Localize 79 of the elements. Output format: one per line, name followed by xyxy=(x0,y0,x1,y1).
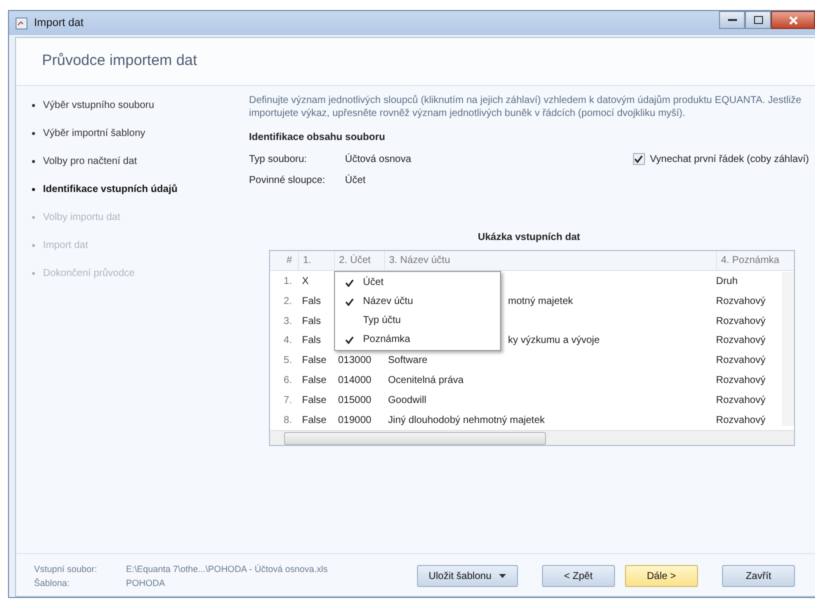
table-cell: ky výzkumu a vývoje xyxy=(508,335,600,346)
check-icon xyxy=(344,278,354,286)
wizard-step[interactable]: Identifikace vstupních údajů xyxy=(32,184,239,195)
wizard-button[interactable]: < Zpět xyxy=(542,565,615,587)
table-cell: Rozvahový xyxy=(716,355,766,366)
menu-item[interactable]: Poznámka xyxy=(335,330,500,349)
table-cell: False xyxy=(302,355,326,366)
row-number: 5. xyxy=(282,355,293,366)
table-cell: motný majetek xyxy=(508,296,574,307)
minimize-button[interactable] xyxy=(719,11,745,29)
window-title: Import dat xyxy=(34,17,84,29)
section-title: Identifikace obsahu souboru xyxy=(249,132,386,143)
table-cell: Druh xyxy=(716,276,738,287)
wizard-step[interactable]: Volby pro načtení dat xyxy=(32,156,239,167)
table-cell: Fals xyxy=(302,296,321,307)
field-label: Povinné sloupce: xyxy=(249,175,326,186)
table-cell: False xyxy=(302,375,326,386)
row-number: 1. xyxy=(282,276,293,287)
row-number: 3. xyxy=(282,316,293,327)
field-value: Účet xyxy=(345,175,366,186)
skip-header-checkbox[interactable]: Vynechat první řádek (coby záhlaví) xyxy=(632,153,809,165)
row-number: 6. xyxy=(282,375,293,386)
column-header[interactable]: # xyxy=(270,251,298,270)
wizard-title: Průvodce importem dat xyxy=(16,38,815,86)
table-cell: 014000 xyxy=(338,375,372,386)
maximize-button[interactable] xyxy=(745,11,771,29)
check-icon xyxy=(634,155,644,163)
info-value: E:\Equanta 7\othe...\POHODA - Účtová osnova.xls xyxy=(126,564,329,574)
table-cell: Goodwill xyxy=(388,395,426,406)
table-cell: False xyxy=(302,414,326,426)
table-cell: False xyxy=(302,395,326,406)
column-header[interactable]: 2. Účet xyxy=(334,251,384,270)
column-header[interactable]: 1. xyxy=(298,251,334,270)
table-cell: Fals xyxy=(302,316,321,327)
menu-item[interactable]: Název účtu xyxy=(335,292,500,311)
table-cell: Rozvahový xyxy=(716,414,766,426)
wizard-step[interactable]: Výběr importní šablony xyxy=(32,128,239,139)
table-cell: Rozvahový xyxy=(716,335,766,346)
table-cell: Rozvahový xyxy=(716,395,766,406)
field-label: Typ souboru: xyxy=(249,154,308,164)
table-cell: Software xyxy=(388,355,428,366)
column-header[interactable]: 3. Název účtu xyxy=(384,251,716,270)
row-number: 7. xyxy=(282,395,293,406)
wizard-button[interactable]: Zavřít xyxy=(722,565,796,587)
table-cell: Rozvahový xyxy=(716,316,766,327)
table-cell: Rozvahový xyxy=(716,375,766,386)
check-icon xyxy=(344,298,354,306)
wizard-step[interactable]: Výběr vstupního souboru xyxy=(32,100,239,111)
table-cell: Fals xyxy=(302,335,321,346)
field-value: Účtová osnova xyxy=(345,154,412,164)
instructions-text: Definujte význam jednotlivých sloupců (kliknutím na jejich záhlaví) vzhledem k datovým údajům produktu EQUANTA. Jestliže importujete výkaz, upřesněte rovněž význam jednotlivých buněk v řádcích (pomocí dvojkliku myší). xyxy=(249,94,802,120)
row-number: 2. xyxy=(282,296,293,307)
save-template-button[interactable]: Uložit šablonu xyxy=(417,565,518,587)
menu-item[interactable]: Účet xyxy=(335,273,500,292)
column-header[interactable]: 4. Poznámka xyxy=(716,251,794,270)
check-icon xyxy=(344,336,354,344)
info-label: Šablona: xyxy=(34,578,71,588)
minimize-icon xyxy=(728,18,736,22)
table-cell: Rozvahový xyxy=(716,296,766,307)
table-cell: 013000 xyxy=(338,355,372,366)
close-button[interactable] xyxy=(771,11,815,29)
table-cell: 015000 xyxy=(338,395,372,406)
close-icon xyxy=(788,16,798,24)
wizard-button[interactable]: Dále > xyxy=(624,565,698,587)
table-cell: X xyxy=(302,276,309,287)
menu-item[interactable]: Typ účtu xyxy=(335,311,500,330)
info-label: Vstupní soubor: xyxy=(34,564,98,574)
row-number: 4. xyxy=(282,335,293,346)
table-cell: Ocenitelná práva xyxy=(388,375,464,386)
vertical-scrollbar[interactable] xyxy=(782,272,794,426)
table-cell: Jiný dlouhodobý nehmotný majetek xyxy=(388,414,545,426)
preview-title: Ukázka vstupních dat xyxy=(476,232,582,243)
caret-icon xyxy=(499,574,506,578)
row-number: 8. xyxy=(282,414,293,426)
info-value: POHODA xyxy=(126,578,166,588)
table-cell: 019000 xyxy=(338,414,372,426)
horizontal-scrollbar[interactable] xyxy=(270,430,794,445)
maximize-icon xyxy=(754,16,762,24)
app-icon xyxy=(15,16,28,30)
